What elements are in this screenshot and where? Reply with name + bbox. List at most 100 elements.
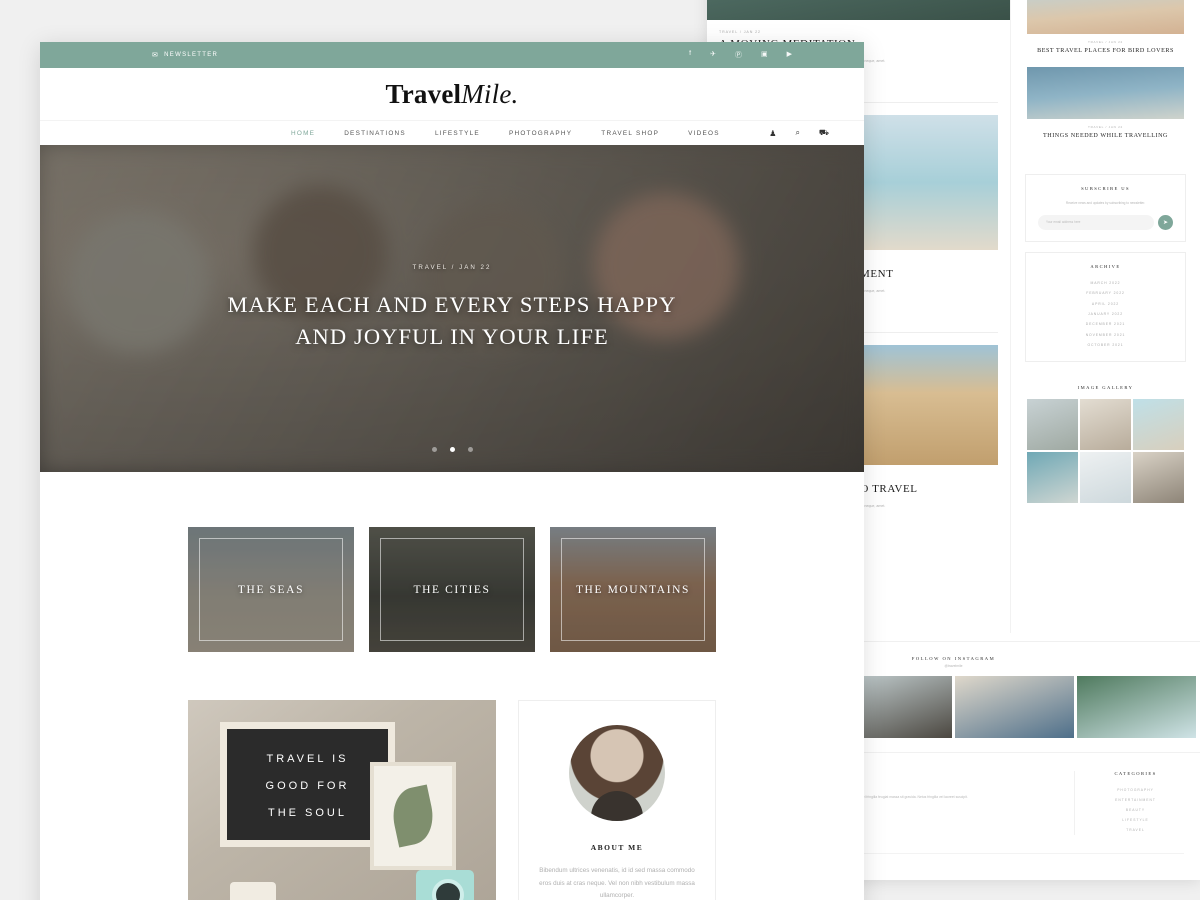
logo-bold-part: Travel — [385, 78, 462, 109]
footer-category-link[interactable]: ENTERTAINMENT — [1087, 795, 1184, 805]
popular-post-meta: TRAVEL / JAN 22 — [1088, 124, 1123, 129]
plant-print-frame — [370, 762, 456, 870]
nav-item-destinations[interactable]: DESTINATIONS — [344, 130, 406, 137]
gallery-thumb[interactable] — [1027, 452, 1078, 504]
logo-bar: TravelMile. — [40, 68, 864, 120]
post-image[interactable] — [707, 0, 1010, 20]
popular-post-meta: TRAVEL / JAN 22 — [1088, 39, 1123, 44]
popular-post-item[interactable]: TRAVEL / JAN 22 BEST TRAVEL PLACES FOR B… — [1027, 0, 1184, 56]
post-date: JAN 22 — [743, 30, 761, 34]
archive-item[interactable]: MARCH 2022 — [1038, 278, 1173, 288]
archive-item[interactable]: APRIL 2022 — [1038, 298, 1173, 308]
main-navigation: HOME DESTINATIONS LIFESTYLE PHOTOGRAPHY … — [40, 120, 864, 145]
hero-title-line2: AND JOYFUL IN YOUR LIFE — [295, 324, 609, 349]
instant-camera-prop — [416, 870, 474, 900]
gallery-thumb[interactable] — [1133, 399, 1184, 451]
archive-item[interactable]: NOVEMBER 2021 — [1038, 329, 1173, 339]
envelope-icon: ✉ — [152, 52, 160, 59]
social-links[interactable]: f ✈ Ⓟ ▣ ▶ — [689, 50, 792, 60]
widget-image-gallery: IMAGE GALLERY — [1011, 372, 1200, 516]
hero-category: TRAVEL — [412, 264, 448, 272]
letterboard-line3: THE SOUL — [267, 806, 347, 819]
slider-dot[interactable] — [431, 447, 437, 452]
nav-item-lifestyle[interactable]: LIFESTYLE — [435, 130, 480, 137]
popular-post-title[interactable]: THINGS NEEDED WHILE TRAVELLING — [1027, 132, 1184, 141]
category-label: THE SEAS — [237, 583, 305, 596]
category-card-the-cities[interactable]: THE CITIES — [369, 527, 535, 652]
widget-title: ARCHIVE — [1090, 263, 1121, 269]
widget-subscribe: SUBSCRIBE US Receive news and updates by… — [1025, 174, 1186, 242]
letterboard: TRAVEL IS GOOD FOR THE SOUL — [220, 722, 395, 847]
popular-post-item[interactable]: TRAVEL / JAN 22 THINGS NEEDED WHILE TRAV… — [1027, 66, 1184, 141]
widget-popular-posts: POPULAR POSTS TRAVEL / JAN 22 TOP TEN BE… — [1011, 0, 1200, 164]
hero-slider-dots[interactable] — [40, 447, 864, 452]
letterboard-line2: GOOD FOR — [265, 779, 350, 792]
footer-category-link[interactable]: BEAUTY — [1087, 805, 1184, 815]
cart-icon[interactable]: ⛟ — [819, 128, 829, 138]
hero-date: JAN 22 — [459, 264, 492, 272]
slider-dot[interactable] — [467, 447, 473, 452]
feature-image[interactable]: TRAVEL IS GOOD FOR THE SOUL — [188, 700, 496, 900]
send-icon[interactable]: ➤ — [1158, 214, 1173, 230]
gallery-thumb[interactable] — [1080, 452, 1131, 504]
category-cards: THE SEAS THE CITIES THE MOUNTAINS — [40, 472, 864, 652]
post-meta: TRAVEL / JAN 22 — [719, 30, 761, 34]
footer-category-link[interactable]: TRAVEL — [1087, 825, 1184, 835]
widget-title: SUBSCRIBE US — [1081, 186, 1130, 192]
youtube-icon[interactable]: ▶ — [787, 50, 792, 60]
letterboard-line1: TRAVEL IS — [266, 753, 349, 765]
about-me-widget: ABOUT ME Bibendum ultrices venenatis, id… — [518, 700, 716, 900]
newsletter-label: NEWSLETTER — [164, 52, 219, 58]
archive-item[interactable]: DECEMBER 2021 — [1038, 319, 1173, 329]
subscribe-description: Receive news and updates by subscribing … — [1065, 201, 1146, 206]
instagram-thumb[interactable] — [1077, 676, 1196, 738]
logo-italic-part: Mile. — [461, 78, 519, 109]
instagram-icon[interactable]: ▣ — [761, 50, 768, 60]
about-description: Bibendum ultrices venenatis, id id sed m… — [539, 867, 695, 900]
category-card-the-seas[interactable]: THE SEAS — [188, 527, 354, 652]
nav-item-home[interactable]: HOME — [291, 130, 315, 137]
nav-item-photography[interactable]: PHOTOGRAPHY — [509, 130, 572, 137]
hero-slider[interactable]: TRAVEL / JAN 22 MAKE EACH AND EVERY STEP… — [40, 145, 864, 472]
category-label: THE MOUNTAINS — [575, 583, 691, 596]
newsletter-link[interactable]: ✉ NEWSLETTER — [152, 51, 218, 59]
pinterest-icon[interactable]: Ⓟ — [735, 50, 742, 60]
gallery-thumb[interactable] — [1133, 452, 1184, 504]
search-icon[interactable]: ⌕ — [795, 128, 799, 138]
subscribe-email-input[interactable]: Your email address here — [1038, 214, 1154, 230]
footer-category-link[interactable]: PHOTOGRAPHY — [1087, 785, 1184, 795]
hero-meta: TRAVEL / JAN 22 — [413, 264, 492, 271]
widget-archive: ARCHIVE MARCH 2022 FEBRUARY 2022 APRIL 2… — [1025, 251, 1186, 363]
category-card-the-mountains[interactable]: THE MOUNTAINS — [550, 527, 716, 652]
popular-post-image[interactable] — [1027, 66, 1184, 119]
nav-item-videos[interactable]: VIDEOS — [688, 130, 720, 137]
nav-item-travel-shop[interactable]: TRAVEL SHOP — [601, 130, 659, 137]
primary-screenshot-window: ✉ NEWSLETTER f ✈ Ⓟ ▣ ▶ TravelMile. HOME … — [40, 42, 864, 900]
popular-post-title[interactable]: BEST TRAVEL PLACES FOR BIRD LOVERS — [1027, 47, 1184, 56]
twitter-icon[interactable]: ✈ — [710, 50, 716, 60]
archive-item[interactable]: OCTOBER 2021 — [1038, 340, 1173, 350]
letterboard-text: TRAVEL IS GOOD FOR THE SOUL — [227, 729, 388, 827]
hero-title-line1: MAKE EACH AND EVERY STEPS HAPPY — [227, 292, 677, 318]
top-utility-bar: ✉ NEWSLETTER f ✈ Ⓟ ▣ ▶ — [40, 42, 864, 68]
category-label: THE CITIES — [413, 583, 491, 596]
widget-title: IMAGE GALLERY — [1077, 385, 1134, 391]
about-title: ABOUT ME — [590, 843, 644, 852]
mug-prop — [230, 882, 276, 900]
slider-dot-active[interactable] — [449, 447, 455, 452]
instagram-thumb[interactable] — [955, 676, 1074, 738]
archive-item[interactable]: FEBRUARY 2022 — [1038, 288, 1173, 298]
footer-categories-title: CATEGORIES — [1114, 771, 1157, 776]
footer-category-link[interactable]: LIFESTYLE — [1087, 815, 1184, 825]
popular-post-image[interactable] — [1027, 0, 1184, 34]
archive-item[interactable]: JANUARY 2022 — [1038, 309, 1173, 319]
post-category: TRAVEL — [719, 30, 738, 34]
gallery-thumb[interactable] — [1027, 399, 1078, 451]
facebook-icon[interactable]: f — [689, 50, 691, 60]
gallery-thumb[interactable] — [1080, 399, 1131, 451]
site-logo[interactable]: TravelMile. — [386, 79, 519, 110]
hero-separator: / — [451, 264, 456, 272]
avatar — [569, 725, 665, 821]
leaf-icon — [387, 784, 439, 848]
account-icon[interactable]: ♟ — [769, 129, 776, 138]
